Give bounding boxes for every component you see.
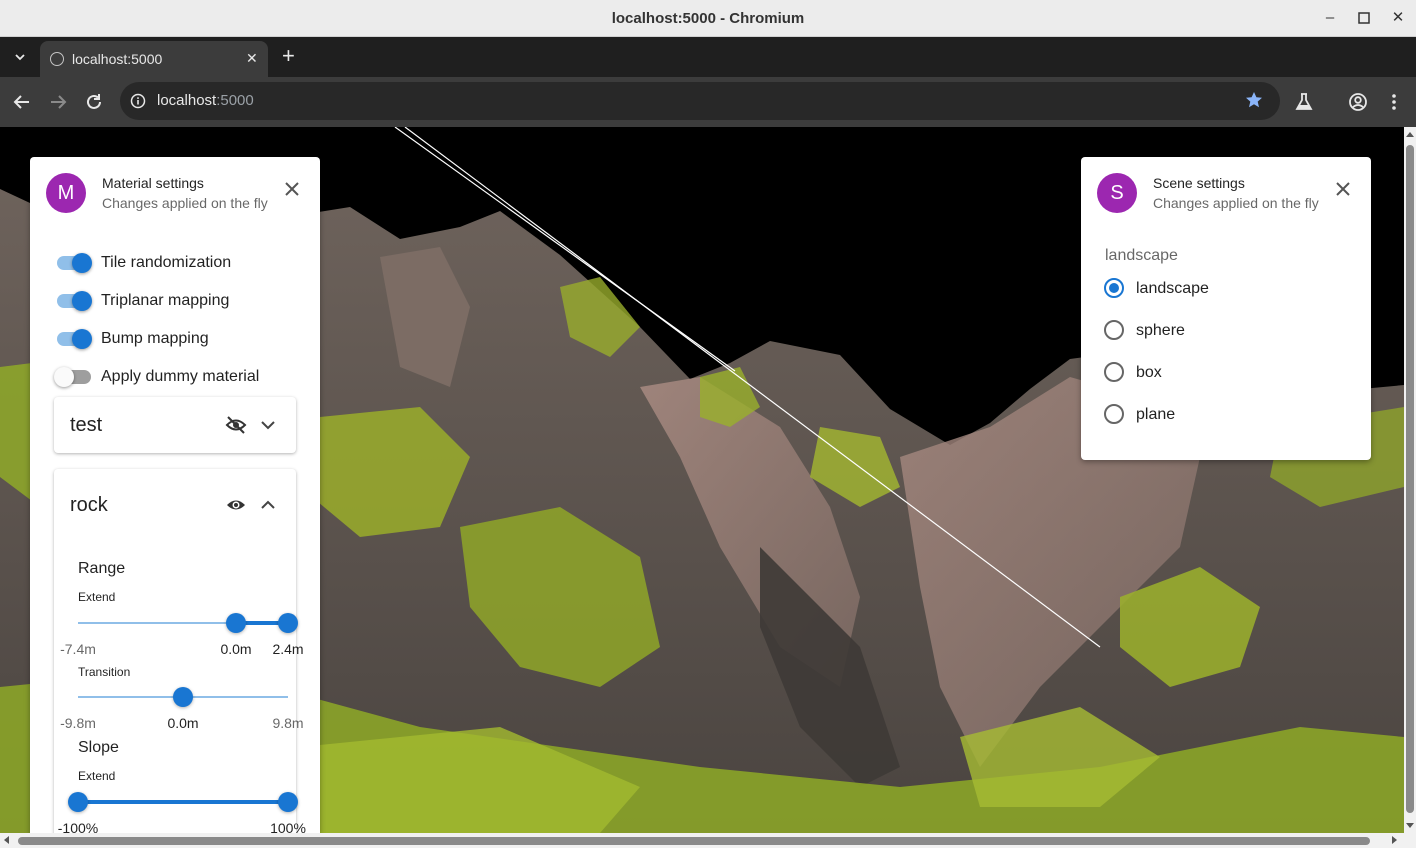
card-header: S Scene settings Changes applied on the … [1081, 157, 1371, 221]
slider-min-label: -9.8m [60, 715, 96, 731]
reload-icon[interactable] [83, 91, 105, 113]
card-title: Material settings [102, 175, 204, 191]
scroll-right-arrow-icon[interactable] [1392, 836, 1397, 844]
switch-tile-randomization[interactable]: Tile randomization [54, 249, 314, 277]
section-title-range: Range [78, 560, 126, 577]
switch-label: Triplanar mapping [101, 292, 230, 309]
slider-thumb-high[interactable] [278, 613, 298, 633]
slider-label-extend: Extend [78, 590, 116, 604]
radio-button[interactable] [1104, 362, 1124, 382]
scrollbar-thumb[interactable] [18, 837, 1370, 845]
site-info-icon[interactable] [130, 93, 146, 109]
chevron-down-icon[interactable] [257, 414, 279, 436]
switch-bump-mapping[interactable]: Bump mapping [54, 325, 314, 353]
radio-label: box [1136, 364, 1162, 381]
avatar: M [46, 173, 86, 213]
slider-low-value: 0.0m [220, 641, 252, 657]
scene-settings-card: S Scene settings Changes applied on the … [1081, 157, 1371, 460]
bookmark-star-icon[interactable] [1244, 90, 1264, 110]
slider-thumb-high[interactable] [278, 792, 298, 812]
slider-value: 0.0m [167, 715, 199, 731]
tab-close-icon[interactable]: ✕ [246, 50, 258, 67]
back-arrow-icon[interactable] [11, 91, 33, 113]
menu-kebab-icon[interactable] [1383, 91, 1405, 113]
tab-label: localhost:5000 [72, 51, 163, 67]
range-extend-slider[interactable] [78, 613, 298, 633]
toggle-switch[interactable] [54, 363, 94, 391]
url-port: :5000 [216, 92, 254, 109]
radio-option-box[interactable]: box [1101, 359, 1351, 387]
radio-label: sphere [1136, 322, 1185, 339]
range-transition-slider[interactable] [78, 687, 288, 707]
profile-icon[interactable] [1347, 91, 1369, 113]
radio-label: plane [1136, 406, 1176, 423]
card-header: M Material settings Changes applied on t… [30, 157, 320, 221]
chevron-up-icon[interactable] [257, 494, 279, 516]
vertical-scrollbar[interactable] [1404, 127, 1416, 833]
section-title-slope: Slope [78, 739, 119, 756]
url-text: localhost:5000 [157, 92, 254, 109]
minimize-icon[interactable]: – [1320, 8, 1340, 28]
radio-option-sphere[interactable]: sphere [1101, 317, 1351, 345]
tab-search-chevron-icon[interactable] [12, 49, 28, 65]
labs-flask-icon[interactable] [1293, 91, 1315, 113]
toggle-switch[interactable] [54, 325, 94, 353]
switch-apply-dummy-material[interactable]: Apply dummy material [54, 363, 314, 391]
radio-button[interactable] [1104, 404, 1124, 424]
switch-label: Apply dummy material [101, 368, 260, 385]
slider-thumb[interactable] [173, 687, 193, 707]
radio-button[interactable] [1104, 278, 1124, 298]
toggle-switch[interactable] [54, 249, 94, 277]
browser-tab[interactable]: localhost:5000 ✕ [40, 41, 268, 77]
layer-name: test [70, 414, 103, 436]
maximize-icon[interactable] [1354, 8, 1374, 28]
scroll-down-arrow-icon[interactable] [1406, 823, 1414, 828]
new-tab-icon[interactable]: + [282, 45, 295, 67]
scroll-left-arrow-icon[interactable] [4, 836, 9, 844]
layer-accordion-test[interactable]: test [54, 397, 296, 453]
horizontal-scrollbar[interactable] [0, 833, 1416, 848]
url-host: localhost [157, 92, 217, 109]
slider-max-label: 9.8m [272, 715, 304, 731]
scrollbar-thumb[interactable] [1406, 145, 1414, 813]
slider-low-value: -100% [57, 820, 99, 833]
card-subtitle: Changes applied on the fly [1153, 195, 1319, 211]
toggle-switch[interactable] [54, 287, 94, 315]
browser-toolbar: localhost:5000 [0, 77, 1416, 127]
radio-option-landscape[interactable]: landscape [1101, 275, 1351, 303]
radio-label: landscape [1136, 280, 1209, 297]
close-icon[interactable] [1331, 177, 1355, 201]
slider-label-transition: Transition [78, 665, 131, 679]
card-title: Scene settings [1153, 175, 1245, 191]
address-bar[interactable]: localhost:5000 [120, 82, 1280, 120]
visibility-off-icon[interactable] [225, 414, 247, 436]
slider-min-label: -7.4m [60, 641, 96, 657]
window-titlebar: localhost:5000 - Chromium – ✕ [0, 0, 1416, 37]
forward-arrow-icon[interactable] [47, 91, 69, 113]
slider-label-extend: Extend [78, 769, 116, 783]
switch-label: Tile randomization [101, 254, 232, 271]
avatar: S [1097, 173, 1137, 213]
radio-group-label: landscape [1105, 247, 1178, 264]
switch-triplanar-mapping[interactable]: Triplanar mapping [54, 287, 314, 315]
visibility-icon[interactable] [225, 494, 247, 516]
tab-strip: localhost:5000 ✕ + [0, 37, 1416, 77]
close-icon[interactable] [280, 177, 304, 201]
slope-extend-slider[interactable] [68, 792, 298, 812]
globe-icon [50, 52, 64, 66]
layer-name: rock [70, 494, 108, 516]
slider-high-value: 100% [270, 820, 306, 833]
slider-high-value: 2.4m [272, 641, 304, 657]
scroll-up-arrow-icon[interactable] [1406, 132, 1414, 137]
window-title: localhost:5000 - Chromium [611, 10, 805, 27]
close-window-icon[interactable]: ✕ [1388, 8, 1408, 28]
slider-thumb-low[interactable] [226, 613, 246, 633]
slider-thumb-low[interactable] [68, 792, 88, 812]
radio-option-plane[interactable]: plane [1101, 401, 1351, 429]
card-subtitle: Changes applied on the fly [102, 195, 268, 211]
switch-label: Bump mapping [101, 330, 209, 347]
material-settings-card: M Material settings Changes applied on t… [30, 157, 320, 833]
layer-accordion-rock: rock Range Extend -7.4m 0.0m 2.4m Transi… [54, 469, 306, 833]
radio-button[interactable] [1104, 320, 1124, 340]
